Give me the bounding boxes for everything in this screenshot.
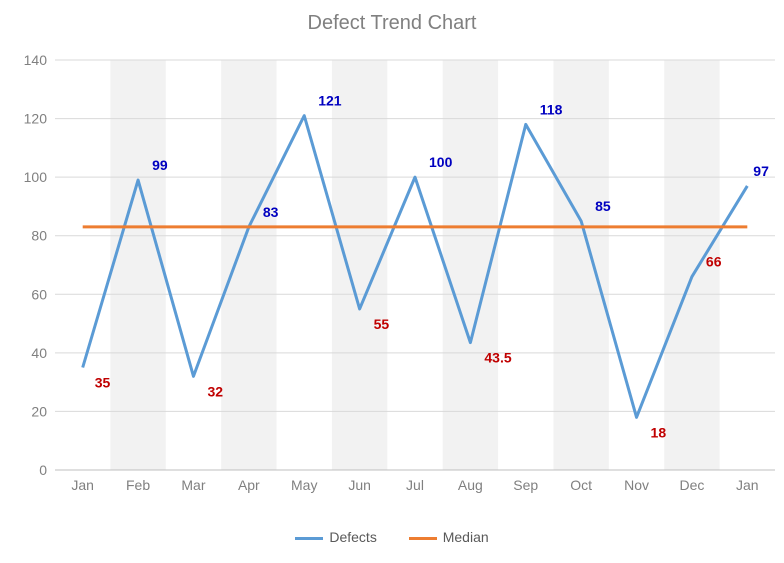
svg-text:Nov: Nov bbox=[624, 477, 649, 493]
svg-text:Jul: Jul bbox=[406, 477, 424, 493]
svg-text:Oct: Oct bbox=[570, 477, 592, 493]
svg-text:May: May bbox=[291, 477, 317, 493]
svg-text:0: 0 bbox=[39, 462, 47, 478]
line-icon bbox=[295, 537, 323, 540]
legend-label: Median bbox=[443, 529, 489, 545]
svg-text:66: 66 bbox=[706, 254, 722, 270]
svg-text:Dec: Dec bbox=[679, 477, 704, 493]
svg-text:Jan: Jan bbox=[71, 477, 94, 493]
svg-text:Aug: Aug bbox=[458, 477, 483, 493]
svg-text:140: 140 bbox=[24, 52, 48, 68]
svg-text:55: 55 bbox=[374, 316, 390, 332]
svg-text:Jun: Jun bbox=[348, 477, 371, 493]
legend-label: Defects bbox=[329, 529, 376, 545]
svg-text:100: 100 bbox=[429, 154, 453, 170]
svg-text:Jan: Jan bbox=[736, 477, 759, 493]
chart-container: Defect Trend Chart 020406080100120140 Ja… bbox=[0, 0, 784, 563]
svg-text:Feb: Feb bbox=[126, 477, 150, 493]
legend-item-median: Median bbox=[409, 529, 489, 545]
svg-text:18: 18 bbox=[651, 424, 667, 440]
svg-text:40: 40 bbox=[31, 345, 47, 361]
legend-item-defects: Defects bbox=[295, 529, 376, 545]
svg-text:43.5: 43.5 bbox=[484, 350, 511, 366]
svg-text:120: 120 bbox=[24, 111, 48, 127]
line-icon bbox=[409, 537, 437, 540]
svg-text:83: 83 bbox=[263, 204, 279, 220]
svg-text:Apr: Apr bbox=[238, 477, 260, 493]
svg-text:85: 85 bbox=[595, 198, 611, 214]
svg-text:80: 80 bbox=[31, 228, 47, 244]
svg-text:32: 32 bbox=[207, 383, 223, 399]
svg-text:35: 35 bbox=[95, 375, 111, 391]
svg-text:121: 121 bbox=[318, 93, 342, 109]
legend: Defects Median bbox=[0, 529, 784, 545]
svg-text:20: 20 bbox=[31, 403, 47, 419]
svg-text:100: 100 bbox=[24, 169, 48, 185]
svg-text:Mar: Mar bbox=[181, 477, 205, 493]
svg-text:99: 99 bbox=[152, 157, 168, 173]
svg-text:60: 60 bbox=[31, 286, 47, 302]
svg-text:Sep: Sep bbox=[513, 477, 538, 493]
svg-text:97: 97 bbox=[753, 163, 769, 179]
svg-text:118: 118 bbox=[540, 101, 563, 117]
chart-plot: 0 20 40 60 80 100 120 140 Jan Feb Mar Apr May Jun Jul… bbox=[0, 0, 784, 563]
